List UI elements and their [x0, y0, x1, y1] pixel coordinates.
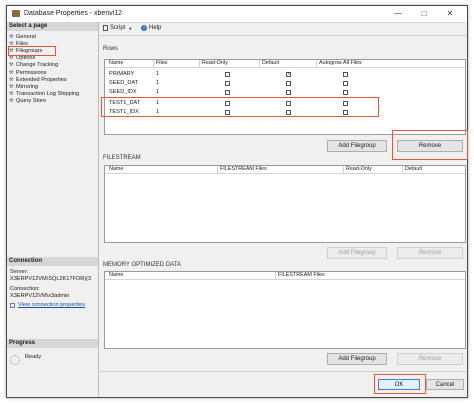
rows-section-label: Rows: [103, 46, 119, 52]
connection-header: Connection: [7, 257, 98, 266]
wrench-icon: ⚒: [9, 33, 14, 40]
table-row[interactable]: SEED_DAT 1: [105, 79, 465, 87]
page-item-permissions[interactable]: ⚒ Permissions: [9, 69, 97, 76]
chevron-down-icon: ▼: [128, 25, 133, 31]
window-title: Database Properties - xbenvi12: [24, 10, 123, 17]
page-item-query-store[interactable]: ⚒ Query Store: [9, 98, 97, 105]
page-item-options[interactable]: ⚒ Options: [9, 55, 97, 62]
col-header-name: Name: [109, 272, 124, 278]
col-header-name: Name: [109, 166, 124, 172]
maximize-button[interactable]: □: [419, 9, 429, 19]
read-only-checkbox[interactable]: [225, 71, 230, 77]
title-bar: Database Properties - xbenvi12 — □ ✕: [7, 6, 467, 23]
filestream-remove-button[interactable]: Remove: [397, 247, 463, 259]
progress-header: Progress: [7, 339, 98, 348]
screenshot-frame: Database Properties - xbenvi12 — □ ✕ Sel…: [0, 0, 474, 404]
page-item-transaction-log-shipping[interactable]: ⚒ Transaction Log Shipping: [9, 91, 97, 98]
col-header-autogrow: Autogrow All Files: [319, 60, 362, 66]
read-only-checkbox[interactable]: [225, 80, 230, 86]
col-header-read-only: Read-Only: [202, 60, 228, 66]
col-header-default: Default: [405, 166, 423, 172]
col-header-files: Files: [156, 60, 168, 66]
wrench-icon: ⚒: [9, 91, 14, 98]
left-panel: Select a page ⚒ General ⚒ Files ⚒ Filegroup…: [7, 22, 99, 397]
spinner-icon: [10, 355, 20, 365]
col-header-filestream-files: FILESTREAM Files: [278, 272, 325, 278]
minimize-button[interactable]: —: [393, 9, 403, 19]
wrench-icon: ⚒: [9, 98, 14, 105]
page-item-general[interactable]: ⚒ General: [9, 33, 97, 40]
autogrow-checkbox[interactable]: [343, 71, 348, 77]
server-label: Server:: [10, 269, 29, 275]
page-item-filegroups[interactable]: ⚒ Filegroups: [8, 46, 56, 56]
wrench-icon: ⚒: [9, 69, 14, 76]
wrench-icon: ⚒: [9, 47, 14, 54]
wrench-icon: ⚒: [9, 55, 14, 62]
table-row[interactable]: PRIMARY 1: [105, 70, 465, 78]
view-connection-properties-link[interactable]: View connection properties: [10, 302, 85, 309]
memory-remove-button[interactable]: Remove: [397, 353, 463, 365]
wrench-icon: ⚒: [9, 76, 14, 83]
col-header-filestream-files: FILESTREAM Files: [220, 166, 267, 172]
progress-status: Ready: [25, 354, 42, 360]
col-header-name: Name: [109, 60, 124, 66]
memory-section-label: MEMORY OPTIMIZED DATA: [103, 262, 181, 268]
database-icon: [12, 10, 20, 17]
filestream-section-label: FILESTREAM: [103, 155, 141, 161]
page-item-extended-properties[interactable]: ⚒ Extended Properties: [9, 76, 97, 83]
wrench-icon: ⚒: [9, 62, 14, 69]
script-icon: [103, 25, 108, 31]
remove-highlight: [392, 130, 468, 160]
read-only-checkbox[interactable]: [225, 89, 230, 95]
script-button[interactable]: Script ▼: [103, 25, 132, 31]
filestream-grid: Name FILESTREAM Files Read-Only Default: [104, 165, 466, 243]
memory-grid: Name FILESTREAM Files: [104, 271, 466, 349]
page-item-files[interactable]: ⚒ Files: [9, 40, 97, 47]
footer-divider: [98, 371, 466, 372]
close-button[interactable]: ✕: [445, 9, 455, 19]
cancel-button[interactable]: Cancel: [426, 379, 464, 390]
page-item-change-tracking[interactable]: ⚒ Change Tracking: [9, 62, 97, 69]
help-icon: ?: [141, 25, 147, 31]
connection-value: X3ERPV12VM\x3admin: [10, 293, 70, 299]
default-checkbox[interactable]: [286, 89, 291, 95]
filestream-add-filegroup-button[interactable]: Add Filegroup: [327, 247, 387, 259]
wrench-icon: ⚒: [9, 40, 14, 47]
col-header-read-only: Read-Only: [346, 166, 372, 172]
col-header-default: Default: [262, 60, 280, 66]
ok-highlight: [374, 374, 426, 394]
progress-indicator: Ready: [10, 354, 42, 365]
select-page-header: Select a page: [7, 22, 98, 31]
toolbar: Script ▼ ? Help: [99, 23, 467, 36]
selection-highlight: [101, 97, 379, 117]
wrench-icon: ⚒: [9, 83, 14, 90]
properties-icon: [10, 303, 15, 308]
page-list: ⚒ General ⚒ Files ⚒ Filegroups ⚒ Options ⚒ Ch…: [8, 33, 97, 105]
default-checkbox[interactable]: [286, 80, 291, 86]
default-checkbox[interactable]: [286, 70, 291, 78]
table-row[interactable]: SEED_IDX 1: [105, 88, 465, 96]
server-value: X3ERPV12VM\SQL2K17FOR)(3: [10, 276, 92, 282]
add-filegroup-button[interactable]: Add Filegroup: [327, 140, 387, 152]
autogrow-checkbox[interactable]: [343, 80, 348, 86]
memory-add-filegroup-button[interactable]: Add Filegroup: [327, 353, 387, 365]
page-item-mirroring[interactable]: ⚒ Mirroring: [9, 83, 97, 90]
connection-label: Connection:: [10, 286, 40, 292]
help-button[interactable]: ? Help: [141, 25, 161, 31]
autogrow-checkbox[interactable]: [343, 89, 348, 95]
